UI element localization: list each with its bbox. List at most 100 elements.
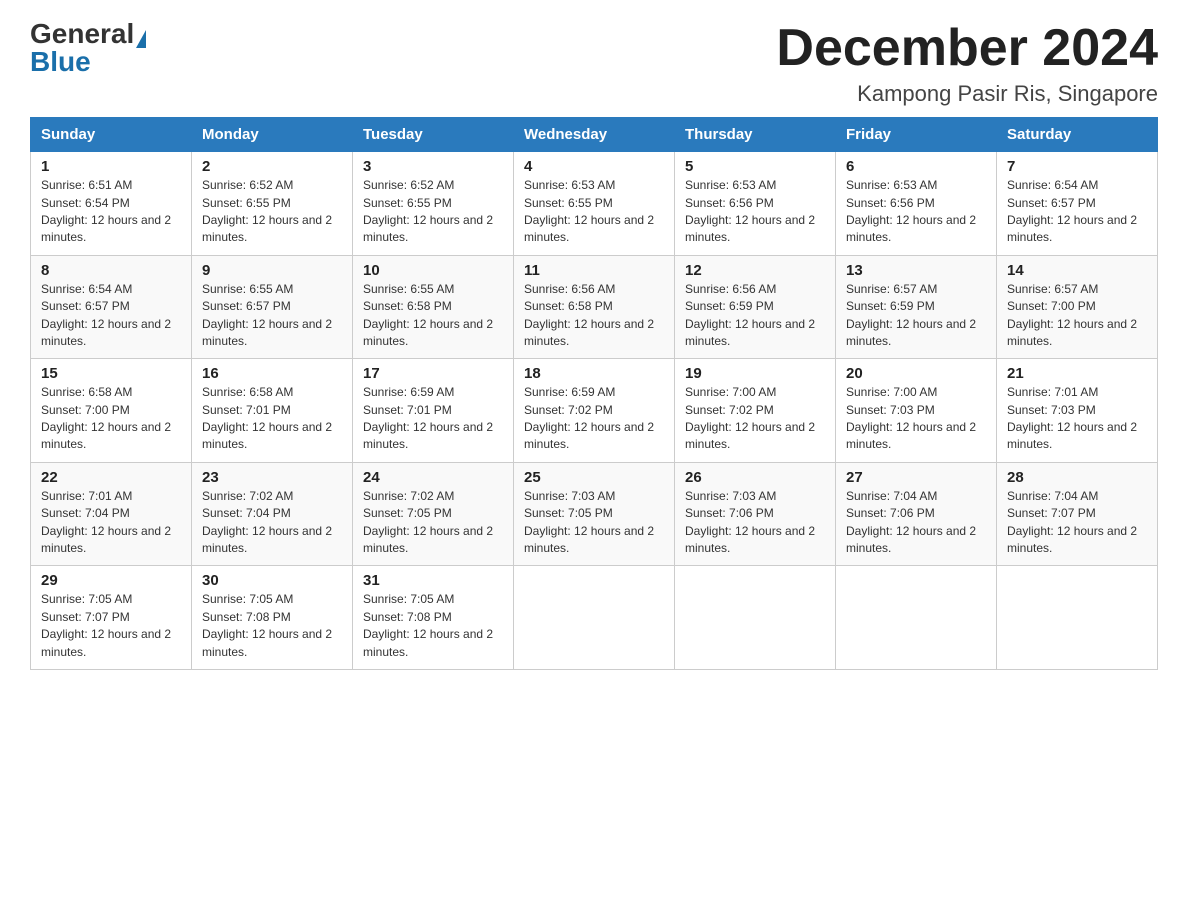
calendar-cell: 12 Sunrise: 6:56 AMSunset: 6:59 PMDaylig… [675, 255, 836, 359]
calendar-cell: 8 Sunrise: 6:54 AMSunset: 6:57 PMDayligh… [31, 255, 192, 359]
day-info: Sunrise: 6:59 AMSunset: 7:02 PMDaylight:… [524, 385, 654, 451]
day-number: 13 [846, 262, 986, 279]
day-info: Sunrise: 6:59 AMSunset: 7:01 PMDaylight:… [363, 385, 493, 451]
day-number: 30 [202, 572, 342, 589]
calendar-cell: 4 Sunrise: 6:53 AMSunset: 6:55 PMDayligh… [514, 152, 675, 256]
logo-triangle-icon [136, 30, 146, 48]
calendar-cell: 2 Sunrise: 6:52 AMSunset: 6:55 PMDayligh… [192, 152, 353, 256]
day-info: Sunrise: 6:54 AMSunset: 6:57 PMDaylight:… [1007, 178, 1137, 244]
calendar-cell [836, 566, 997, 670]
month-title: December 2024 [776, 20, 1158, 77]
calendar-cell [997, 566, 1158, 670]
calendar-cell: 9 Sunrise: 6:55 AMSunset: 6:57 PMDayligh… [192, 255, 353, 359]
day-info: Sunrise: 7:04 AMSunset: 7:06 PMDaylight:… [846, 489, 976, 555]
day-info: Sunrise: 6:51 AMSunset: 6:54 PMDaylight:… [41, 178, 171, 244]
calendar-cell: 26 Sunrise: 7:03 AMSunset: 7:06 PMDaylig… [675, 462, 836, 566]
logo-general-text: General [30, 18, 134, 49]
day-number: 18 [524, 365, 664, 382]
day-info: Sunrise: 6:55 AMSunset: 6:57 PMDaylight:… [202, 282, 332, 348]
calendar-cell: 16 Sunrise: 6:58 AMSunset: 7:01 PMDaylig… [192, 359, 353, 463]
calendar-cell: 1 Sunrise: 6:51 AMSunset: 6:54 PMDayligh… [31, 152, 192, 256]
calendar-cell: 13 Sunrise: 6:57 AMSunset: 6:59 PMDaylig… [836, 255, 997, 359]
day-info: Sunrise: 6:58 AMSunset: 7:00 PMDaylight:… [41, 385, 171, 451]
day-info: Sunrise: 7:05 AMSunset: 7:07 PMDaylight:… [41, 592, 171, 658]
day-number: 26 [685, 469, 825, 486]
day-number: 29 [41, 572, 181, 589]
day-number: 10 [363, 262, 503, 279]
day-number: 19 [685, 365, 825, 382]
day-info: Sunrise: 6:55 AMSunset: 6:58 PMDaylight:… [363, 282, 493, 348]
calendar-cell [514, 566, 675, 670]
day-info: Sunrise: 6:53 AMSunset: 6:56 PMDaylight:… [685, 178, 815, 244]
day-number: 25 [524, 469, 664, 486]
location-title: Kampong Pasir Ris, Singapore [776, 81, 1158, 107]
day-number: 23 [202, 469, 342, 486]
calendar-week-row: 29 Sunrise: 7:05 AMSunset: 7:07 PMDaylig… [31, 566, 1158, 670]
calendar-cell: 30 Sunrise: 7:05 AMSunset: 7:08 PMDaylig… [192, 566, 353, 670]
day-number: 9 [202, 262, 342, 279]
calendar-week-row: 22 Sunrise: 7:01 AMSunset: 7:04 PMDaylig… [31, 462, 1158, 566]
calendar-cell: 20 Sunrise: 7:00 AMSunset: 7:03 PMDaylig… [836, 359, 997, 463]
calendar-cell: 15 Sunrise: 6:58 AMSunset: 7:00 PMDaylig… [31, 359, 192, 463]
calendar-week-row: 15 Sunrise: 6:58 AMSunset: 7:00 PMDaylig… [31, 359, 1158, 463]
day-info: Sunrise: 6:57 AMSunset: 6:59 PMDaylight:… [846, 282, 976, 348]
day-info: Sunrise: 7:05 AMSunset: 7:08 PMDaylight:… [202, 592, 332, 658]
day-number: 2 [202, 158, 342, 175]
day-number: 6 [846, 158, 986, 175]
day-info: Sunrise: 6:53 AMSunset: 6:55 PMDaylight:… [524, 178, 654, 244]
day-info: Sunrise: 7:01 AMSunset: 7:04 PMDaylight:… [41, 489, 171, 555]
calendar-cell: 6 Sunrise: 6:53 AMSunset: 6:56 PMDayligh… [836, 152, 997, 256]
page-header: General Blue December 2024 Kampong Pasir… [30, 20, 1158, 107]
calendar-cell: 28 Sunrise: 7:04 AMSunset: 7:07 PMDaylig… [997, 462, 1158, 566]
calendar-cell: 31 Sunrise: 7:05 AMSunset: 7:08 PMDaylig… [353, 566, 514, 670]
day-info: Sunrise: 7:02 AMSunset: 7:05 PMDaylight:… [363, 489, 493, 555]
calendar-cell: 7 Sunrise: 6:54 AMSunset: 6:57 PMDayligh… [997, 152, 1158, 256]
logo: General Blue [30, 20, 146, 76]
calendar-table: SundayMondayTuesdayWednesdayThursdayFrid… [30, 117, 1158, 670]
calendar-cell: 14 Sunrise: 6:57 AMSunset: 7:00 PMDaylig… [997, 255, 1158, 359]
weekday-header-thursday: Thursday [675, 118, 836, 152]
weekday-header-friday: Friday [836, 118, 997, 152]
calendar-cell: 21 Sunrise: 7:01 AMSunset: 7:03 PMDaylig… [997, 359, 1158, 463]
logo-top-row: General [30, 20, 146, 48]
calendar-cell: 23 Sunrise: 7:02 AMSunset: 7:04 PMDaylig… [192, 462, 353, 566]
day-info: Sunrise: 6:58 AMSunset: 7:01 PMDaylight:… [202, 385, 332, 451]
day-info: Sunrise: 6:54 AMSunset: 6:57 PMDaylight:… [41, 282, 171, 348]
day-info: Sunrise: 7:05 AMSunset: 7:08 PMDaylight:… [363, 592, 493, 658]
day-info: Sunrise: 7:00 AMSunset: 7:03 PMDaylight:… [846, 385, 976, 451]
calendar-cell: 18 Sunrise: 6:59 AMSunset: 7:02 PMDaylig… [514, 359, 675, 463]
day-info: Sunrise: 7:02 AMSunset: 7:04 PMDaylight:… [202, 489, 332, 555]
weekday-header-wednesday: Wednesday [514, 118, 675, 152]
day-info: Sunrise: 6:52 AMSunset: 6:55 PMDaylight:… [363, 178, 493, 244]
calendar-cell: 22 Sunrise: 7:01 AMSunset: 7:04 PMDaylig… [31, 462, 192, 566]
calendar-cell: 27 Sunrise: 7:04 AMSunset: 7:06 PMDaylig… [836, 462, 997, 566]
day-info: Sunrise: 6:56 AMSunset: 6:59 PMDaylight:… [685, 282, 815, 348]
day-number: 22 [41, 469, 181, 486]
day-number: 8 [41, 262, 181, 279]
calendar-week-row: 8 Sunrise: 6:54 AMSunset: 6:57 PMDayligh… [31, 255, 1158, 359]
calendar-cell: 25 Sunrise: 7:03 AMSunset: 7:05 PMDaylig… [514, 462, 675, 566]
calendar-cell: 10 Sunrise: 6:55 AMSunset: 6:58 PMDaylig… [353, 255, 514, 359]
weekday-header-saturday: Saturday [997, 118, 1158, 152]
calendar-cell: 24 Sunrise: 7:02 AMSunset: 7:05 PMDaylig… [353, 462, 514, 566]
day-info: Sunrise: 6:52 AMSunset: 6:55 PMDaylight:… [202, 178, 332, 244]
day-info: Sunrise: 7:04 AMSunset: 7:07 PMDaylight:… [1007, 489, 1137, 555]
day-info: Sunrise: 7:03 AMSunset: 7:06 PMDaylight:… [685, 489, 815, 555]
day-info: Sunrise: 6:53 AMSunset: 6:56 PMDaylight:… [846, 178, 976, 244]
day-number: 7 [1007, 158, 1147, 175]
day-number: 1 [41, 158, 181, 175]
calendar-header-row: SundayMondayTuesdayWednesdayThursdayFrid… [31, 118, 1158, 152]
day-number: 24 [363, 469, 503, 486]
day-number: 31 [363, 572, 503, 589]
day-info: Sunrise: 7:00 AMSunset: 7:02 PMDaylight:… [685, 385, 815, 451]
calendar-week-row: 1 Sunrise: 6:51 AMSunset: 6:54 PMDayligh… [31, 152, 1158, 256]
day-number: 4 [524, 158, 664, 175]
weekday-header-sunday: Sunday [31, 118, 192, 152]
day-number: 14 [1007, 262, 1147, 279]
day-info: Sunrise: 7:03 AMSunset: 7:05 PMDaylight:… [524, 489, 654, 555]
day-number: 16 [202, 365, 342, 382]
logo-blue-text: Blue [30, 48, 91, 76]
day-number: 5 [685, 158, 825, 175]
day-number: 28 [1007, 469, 1147, 486]
day-info: Sunrise: 7:01 AMSunset: 7:03 PMDaylight:… [1007, 385, 1137, 451]
